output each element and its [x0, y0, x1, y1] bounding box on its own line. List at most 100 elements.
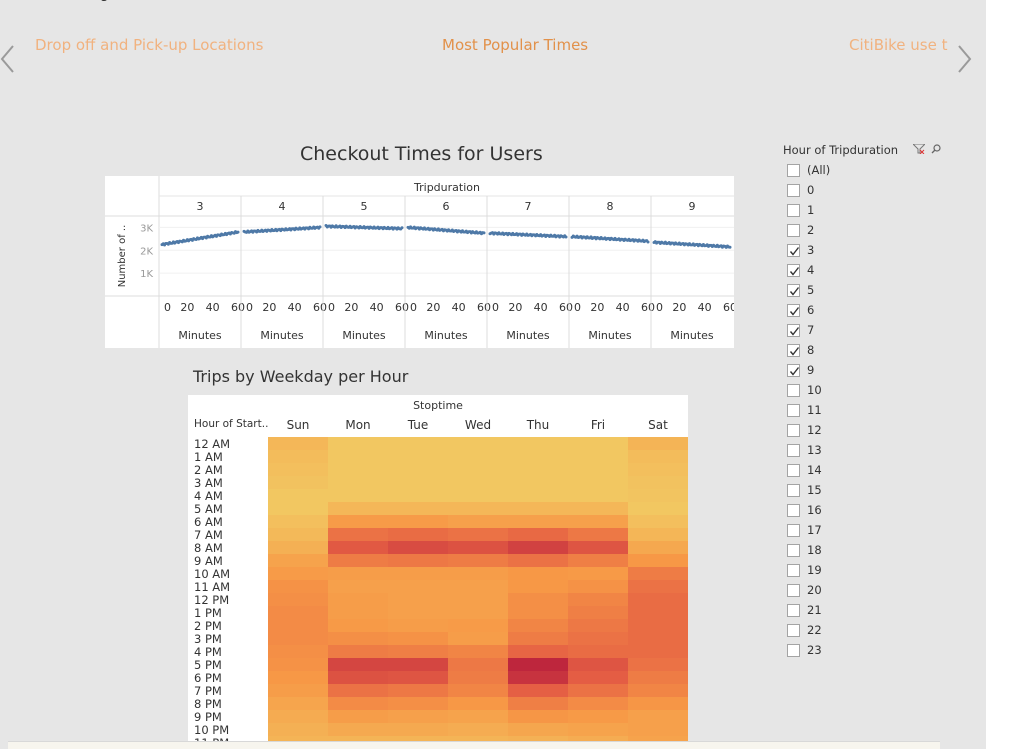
heatmap-cell[interactable]	[628, 658, 688, 671]
story-point-current[interactable]: Most Popular Times	[442, 36, 588, 54]
heatmap-cell[interactable]	[508, 723, 568, 736]
heatmap-cell[interactable]	[388, 697, 448, 710]
heatmap-cell[interactable]	[268, 606, 328, 619]
heatmap-cell[interactable]	[508, 502, 568, 515]
heatmap-cell[interactable]	[568, 476, 628, 489]
checkbox[interactable]	[787, 644, 800, 657]
next-arrow-icon[interactable]	[956, 44, 972, 74]
heatmap-cell[interactable]	[448, 450, 508, 463]
heatmap-cell[interactable]	[328, 528, 388, 541]
story-point-prev[interactable]: Drop off and Pick-up Locations	[35, 36, 263, 54]
heatmap-cell[interactable]	[268, 684, 328, 697]
filter-option[interactable]: 18	[787, 541, 927, 561]
heatmap-cell[interactable]	[568, 658, 628, 671]
heatmap-cell[interactable]	[508, 697, 568, 710]
heatmap-cell[interactable]	[568, 450, 628, 463]
heatmap-cell[interactable]	[628, 580, 688, 593]
checkbox[interactable]	[787, 484, 800, 497]
checkbox[interactable]	[787, 184, 800, 197]
story-point-next[interactable]: CitiBike use t	[849, 36, 948, 54]
filter-option[interactable]: 4	[787, 261, 927, 281]
heatmap-cell[interactable]	[448, 515, 508, 528]
checkbox[interactable]	[787, 464, 800, 477]
heatmap-cell[interactable]	[628, 437, 688, 450]
heatmap-cell[interactable]	[268, 489, 328, 502]
heatmap-cell[interactable]	[568, 606, 628, 619]
heatmap-cell[interactable]	[448, 502, 508, 515]
heatmap-cell[interactable]	[448, 476, 508, 489]
heatmap-cell[interactable]	[448, 554, 508, 567]
heatmap-cell[interactable]	[508, 606, 568, 619]
heatmap-cell[interactable]	[568, 567, 628, 580]
heatmap-cell[interactable]	[628, 593, 688, 606]
heatmap-cell[interactable]	[388, 632, 448, 645]
heatmap-cell[interactable]	[268, 541, 328, 554]
checkbox-checked[interactable]	[787, 244, 800, 257]
filter-option[interactable]: 9	[787, 361, 927, 381]
heatmap-cell[interactable]	[268, 697, 328, 710]
filter-option[interactable]: 22	[787, 621, 927, 641]
heatmap-cell[interactable]	[448, 541, 508, 554]
heatmap-cell[interactable]	[388, 450, 448, 463]
heatmap-cell[interactable]	[328, 554, 388, 567]
heatmap-cell[interactable]	[448, 710, 508, 723]
heatmap-cell[interactable]	[328, 515, 388, 528]
heatmap-cell[interactable]	[628, 489, 688, 502]
heatmap-cell[interactable]	[388, 567, 448, 580]
checkbox-checked[interactable]	[787, 284, 800, 297]
heatmap-cell[interactable]	[448, 593, 508, 606]
heatmap-cell[interactable]	[448, 489, 508, 502]
heatmap-cell[interactable]	[448, 684, 508, 697]
heatmap-cell[interactable]	[568, 645, 628, 658]
heatmap-cell[interactable]	[328, 645, 388, 658]
heatmap-cell[interactable]	[328, 580, 388, 593]
heatmap-cell[interactable]	[268, 671, 328, 684]
checkbox-checked[interactable]	[787, 364, 800, 377]
heatmap-cell[interactable]	[268, 632, 328, 645]
heatmap-cell[interactable]	[268, 645, 328, 658]
clear-filter-icon[interactable]	[911, 143, 927, 155]
heatmap-cell[interactable]	[388, 580, 448, 593]
heatmap-cell[interactable]	[628, 619, 688, 632]
heatmap-cell[interactable]	[568, 502, 628, 515]
heatmap-cell[interactable]	[628, 450, 688, 463]
checkbox-checked[interactable]	[787, 344, 800, 357]
heatmap-cell[interactable]	[508, 632, 568, 645]
filter-option[interactable]: 1	[787, 201, 927, 221]
heatmap-cell[interactable]	[568, 697, 628, 710]
heatmap-cell[interactable]	[508, 619, 568, 632]
filter-option[interactable]: 14	[787, 461, 927, 481]
heatmap-cell[interactable]	[628, 515, 688, 528]
checkbox[interactable]	[787, 444, 800, 457]
heatmap-cell[interactable]	[568, 515, 628, 528]
checkbox[interactable]	[787, 564, 800, 577]
heatmap-cell[interactable]	[628, 710, 688, 723]
checkbox-checked[interactable]	[787, 304, 800, 317]
prev-arrow-icon[interactable]	[0, 44, 16, 74]
heatmap-cell[interactable]	[628, 463, 688, 476]
heatmap-cell[interactable]	[508, 541, 568, 554]
heatmap-cell[interactable]	[328, 450, 388, 463]
heatmap-cell[interactable]	[448, 567, 508, 580]
heatmap-cell[interactable]	[388, 489, 448, 502]
filter-option[interactable]: 3	[787, 241, 927, 261]
filter-option[interactable]: 23	[787, 641, 927, 661]
heatmap-cell[interactable]	[328, 710, 388, 723]
heatmap-cell[interactable]	[448, 528, 508, 541]
heatmap-cell[interactable]	[568, 554, 628, 567]
filter-option[interactable]: 13	[787, 441, 927, 461]
checkbox[interactable]	[787, 544, 800, 557]
heatmap-cell[interactable]	[628, 723, 688, 736]
heatmap-cell[interactable]	[328, 567, 388, 580]
checkbox[interactable]	[787, 584, 800, 597]
heatmap-cell[interactable]	[448, 437, 508, 450]
heatmap-cell[interactable]	[268, 567, 328, 580]
heatmap-cell[interactable]	[328, 658, 388, 671]
heatmap-cell[interactable]	[628, 697, 688, 710]
heatmap-cell[interactable]	[508, 515, 568, 528]
heatmap-cell[interactable]	[448, 723, 508, 736]
heatmap-cell[interactable]	[508, 645, 568, 658]
heatmap-cell[interactable]	[328, 593, 388, 606]
heatmap-cell[interactable]	[568, 723, 628, 736]
search-icon[interactable]	[931, 144, 941, 154]
